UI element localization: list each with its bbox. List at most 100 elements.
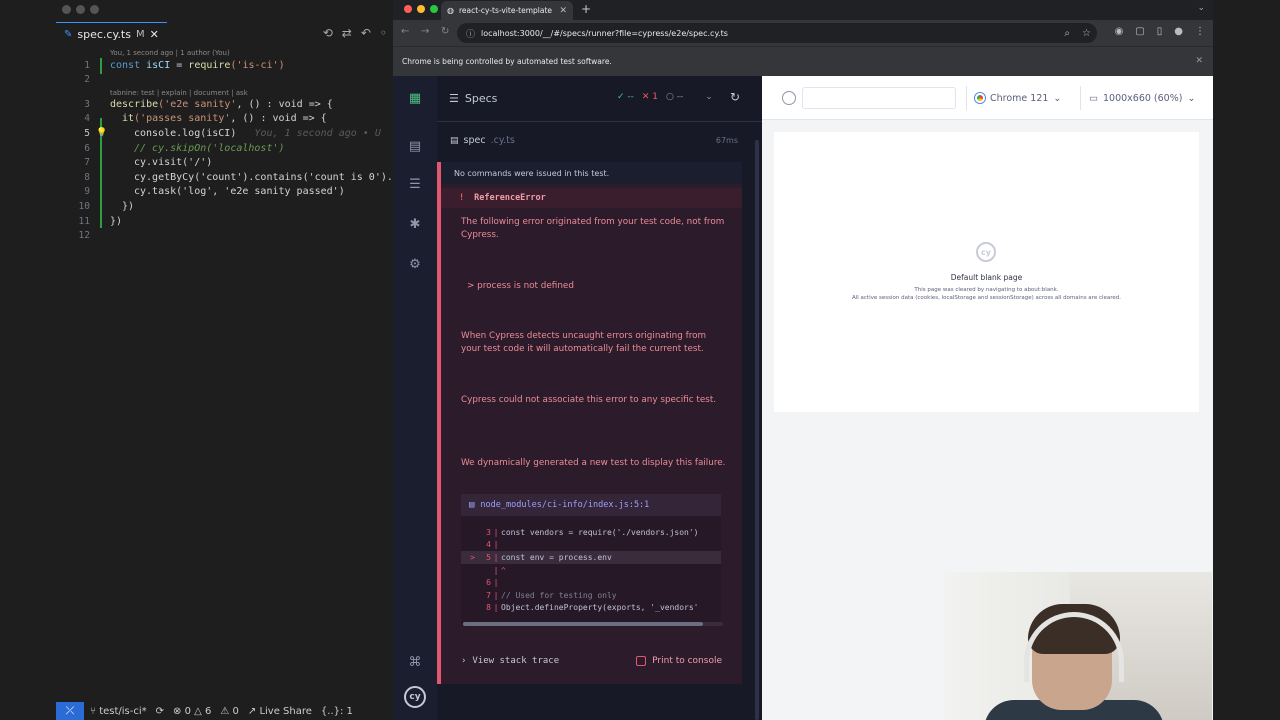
chevron-down-icon[interactable]: ⌄	[705, 92, 713, 102]
more-icon[interactable]: ◦	[380, 26, 387, 40]
zoom-icon[interactable]: ⌕	[1064, 28, 1070, 39]
inline-blame: You, 1 second ago • U	[254, 127, 381, 139]
aut-url-input[interactable]	[802, 87, 956, 109]
compare-icon[interactable]: ⇄	[342, 26, 352, 40]
code-editor[interactable]: You, 1 second ago | 1 author (You) 1 con…	[56, 46, 399, 696]
chrome-close-dot[interactable]	[404, 5, 412, 13]
branch-status[interactable]: ⑂ test/is-ci*	[90, 706, 147, 717]
error-actions: › View stack trace Print to console	[441, 652, 742, 676]
error-name: ReferenceError	[474, 193, 546, 203]
kebab-menu-icon[interactable]: ⋮	[1195, 26, 1205, 37]
error-paragraph: We dynamically generated a new test to d…	[461, 458, 726, 468]
no-commands-message: No commands were issued in this test.	[437, 162, 742, 184]
error-header: ! ReferenceError	[441, 188, 742, 208]
extension-icon[interactable]: ◉	[1115, 26, 1124, 37]
line-number: 3	[84, 98, 90, 110]
window-maximize-dot[interactable]	[90, 5, 99, 14]
file-icon: ▤	[469, 500, 475, 510]
tab-modified-badge: M	[135, 29, 145, 40]
window-minimize-dot[interactable]	[76, 5, 85, 14]
error-icon: !	[459, 193, 465, 203]
chrome-maximize-dot[interactable]	[430, 5, 438, 13]
error-file-path: node_modules/ci-info/index.js:5:1	[480, 500, 650, 510]
vscode-window: ✎ spec.cy.ts M ✕ ⟲ ⇄ ↶ ◦ You, 1 second a…	[0, 0, 399, 720]
back-icon[interactable]: ←	[401, 26, 409, 37]
browser-tab[interactable]: ◍ react-cy-ts-vite-template ✕	[441, 1, 573, 20]
specs-list-icon[interactable]: ▤	[406, 138, 424, 156]
sidepanel-icon[interactable]: ▯	[1157, 26, 1163, 37]
forward-icon[interactable]: →	[421, 26, 429, 37]
file-icon: ▤	[450, 135, 459, 146]
line-number: 12	[78, 230, 90, 242]
reload-icon[interactable]: ↻	[441, 26, 449, 37]
selector-playground-icon[interactable]	[782, 91, 796, 105]
error-panel: ! ReferenceError The following error ori…	[437, 184, 742, 684]
cypress-logo-icon: cy	[404, 686, 426, 708]
test-stats: ✓ -- ✕ 1 ○ -- ⌄	[617, 92, 713, 102]
tab-label: spec.cy.ts	[77, 28, 131, 41]
settings-gear-icon[interactable]: ⚙	[406, 256, 424, 274]
profile-icon[interactable]: ●	[1174, 26, 1183, 37]
specs-toggle[interactable]: ☰ Specs	[449, 92, 497, 105]
scrollbar-thumb[interactable]	[463, 622, 703, 626]
project-icon[interactable]: ▦	[406, 90, 424, 108]
cypress-reporter: ☰ Specs ✓ -- ✕ 1 ○ -- ⌄ ↻ ▤ spec .cy.ts …	[437, 76, 762, 720]
print-to-console-button[interactable]: Print to console	[636, 656, 722, 666]
view-stack-trace-button[interactable]: › View stack trace	[461, 656, 559, 666]
problems-status[interactable]: ⊗ 0 △ 6	[173, 706, 211, 717]
remote-indicator-icon[interactable]: ⤫	[56, 702, 84, 720]
line-number: 2	[84, 74, 90, 86]
chrome-toolbar: ← → ↻ ⓘ localhost:3000/__/#/specs/runner…	[393, 20, 1213, 46]
console-icon	[636, 656, 647, 666]
line-number: 1	[84, 59, 90, 71]
language-status[interactable]: {..}: 1	[321, 706, 353, 717]
spec-file-row[interactable]: ▤ spec .cy.ts 67ms	[437, 130, 762, 152]
reporter-scrollbar[interactable]	[755, 140, 759, 720]
code-frame-line: 7 |// Used for testing only	[486, 590, 617, 600]
viewport-info[interactable]: ▭ 1000x660 (60%) ⌄	[1080, 86, 1203, 110]
site-info-icon[interactable]: ⓘ	[466, 27, 475, 40]
code-frame-line-highlighted: >5 | const env = process.env	[461, 551, 721, 564]
close-icon[interactable]: ✕	[1195, 56, 1203, 66]
timeline-icon[interactable]: ⟲	[323, 26, 333, 40]
code-frame-line: 3 | const vendors = require('./vendors.jso…	[486, 527, 699, 537]
keyboard-shortcuts-icon[interactable]: ⌘	[406, 654, 424, 672]
window-close-dot[interactable]	[62, 5, 71, 14]
cypress-sidebar: ▦ ▤ ☰ ✱ ⚙ ⌘	[393, 76, 437, 720]
error-paragraph: Cypress could not associate this error t…	[461, 395, 717, 405]
code-frame-line: 4 |	[486, 540, 499, 550]
runs-icon[interactable]: ☰	[406, 176, 424, 194]
chrome-tabbar: ◍ react-cy-ts-vite-template ✕ + ⌄	[393, 0, 1213, 20]
code-frame-scrollbar[interactable]	[463, 622, 723, 626]
extensions-area: ◉ ▢ ▯ ● ⋮	[1115, 26, 1205, 37]
vscode-titlebar	[0, 0, 393, 20]
chevron-down-icon[interactable]: ⌄	[1197, 3, 1205, 13]
browser-selector[interactable]: Chrome 121 ⌄	[966, 86, 1069, 110]
lightbulb-icon[interactable]: 💡	[96, 128, 107, 138]
go-back-icon[interactable]: ↶	[361, 26, 371, 40]
debug-bug-icon[interactable]: ✱	[406, 216, 424, 234]
git-added-marker	[100, 58, 102, 74]
line-number: 5	[84, 127, 90, 139]
chrome-minimize-dot[interactable]	[417, 5, 425, 13]
star-icon[interactable]: ☆	[1082, 28, 1091, 39]
sync-icon[interactable]: ⟳	[156, 706, 164, 717]
spec-name: spec	[463, 135, 486, 146]
cypress-logo-icon: cy	[976, 242, 996, 262]
live-share-status[interactable]: ↗ Live Share	[248, 706, 312, 717]
close-icon[interactable]: ✕	[559, 6, 567, 16]
passed-count: ✓ --	[617, 92, 634, 102]
error-file-link[interactable]: ▤ node_modules/ci-info/index.js:5:1	[461, 494, 721, 516]
blame-codelens[interactable]: You, 1 second ago | 1 author (You)	[110, 49, 230, 57]
tabnine-codelens[interactable]: tabnine: test | explain | document | ask	[110, 89, 248, 97]
line-number: 4	[84, 113, 90, 125]
new-tab-icon[interactable]: +	[581, 2, 591, 16]
address-bar[interactable]: ⓘ localhost:3000/__/#/specs/runner?file=…	[457, 23, 1097, 43]
rerun-icon[interactable]: ↻	[730, 90, 740, 104]
tab-spec-file[interactable]: ✎ spec.cy.ts M ✕	[56, 22, 167, 46]
puzzle-icon[interactable]: ▢	[1135, 26, 1144, 37]
webcam-overlay	[944, 572, 1212, 720]
specs-title: Specs	[464, 92, 498, 105]
close-icon[interactable]: ✕	[150, 28, 159, 41]
ports-status[interactable]: ⚠ 0	[220, 706, 239, 717]
